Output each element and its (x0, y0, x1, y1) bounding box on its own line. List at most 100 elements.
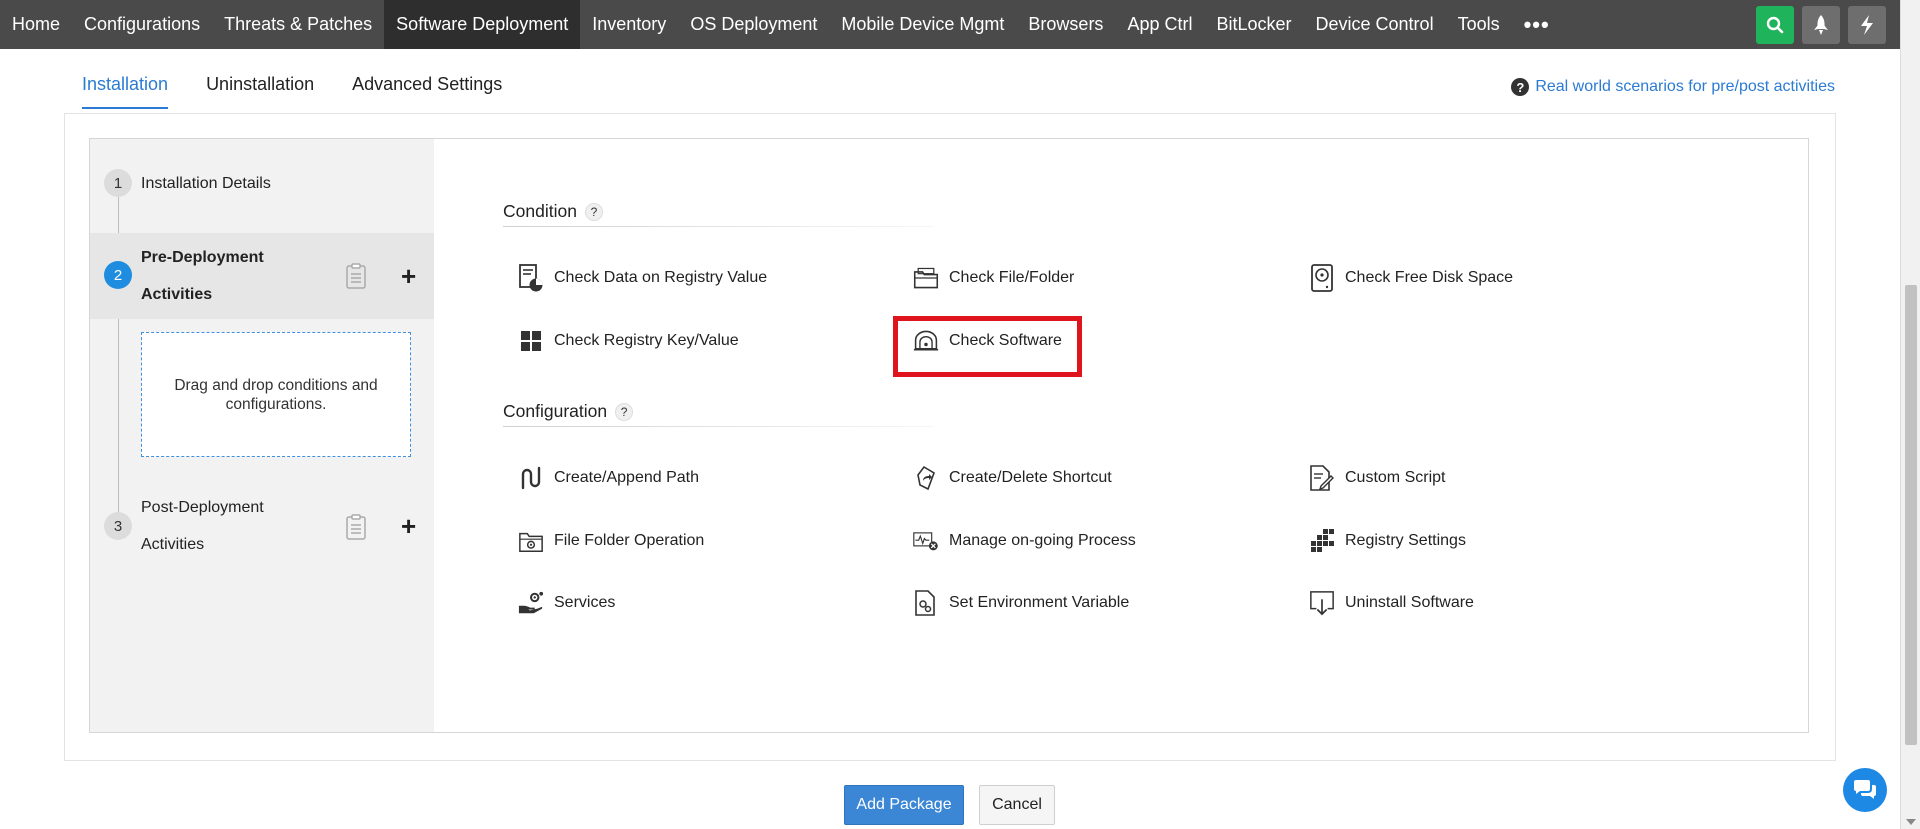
step-number: 1 (104, 169, 132, 197)
env-variable-icon (913, 590, 939, 616)
scroll-down-icon[interactable] (1906, 819, 1916, 825)
vertical-scrollbar[interactable] (1900, 0, 1920, 829)
disk-icon (1309, 264, 1335, 292)
step-number: 3 (104, 512, 132, 540)
chat-button[interactable] (1843, 768, 1887, 812)
nav-browsers[interactable]: Browsers (1016, 0, 1115, 49)
nav-app-ctrl[interactable]: App Ctrl (1115, 0, 1204, 49)
step-label-line1: Post-Deployment (141, 499, 264, 516)
path-icon (518, 465, 544, 491)
check-registry-key-value-item[interactable]: Check Registry Key/Value (518, 328, 739, 354)
item-label: Manage on-going Process (949, 532, 1136, 549)
tab-installation[interactable]: Installation (82, 74, 169, 109)
item-label: Check Data on Registry Value (554, 269, 768, 286)
help-icon: ? (1511, 78, 1530, 96)
install-tabs: Installation Uninstallation Advanced Set… (82, 74, 502, 109)
real-world-scenarios-link[interactable]: ? Real world scenarios for pre/post acti… (1511, 78, 1835, 96)
lightning-icon (1861, 14, 1873, 35)
rocket-icon (1814, 14, 1828, 35)
item-label: File Folder Operation (554, 532, 705, 549)
nav-more-icon[interactable]: ••• (1512, 0, 1562, 49)
configuration-help-icon[interactable]: ? (615, 402, 634, 421)
nav-bitlocker[interactable]: BitLocker (1204, 0, 1303, 49)
set-environment-variable-item[interactable]: Set Environment Variable (913, 590, 1129, 616)
item-label: Check Registry Key/Value (554, 332, 739, 349)
scrollbar-thumb[interactable] (1905, 285, 1917, 745)
step-number: 2 (104, 261, 132, 289)
nav-tools[interactable]: Tools (1446, 0, 1512, 49)
nav-mobile-device-mgmt[interactable]: Mobile Device Mgmt (829, 0, 1016, 49)
step-label: Installation Details (141, 175, 271, 192)
registry-key-icon (518, 328, 544, 354)
tab-advanced-settings[interactable]: Advanced Settings (352, 74, 502, 109)
services-icon (518, 590, 544, 616)
item-label: Custom Script (1345, 469, 1446, 486)
clipboard-icon[interactable] (345, 263, 367, 294)
nav-right-actions (1756, 0, 1900, 49)
top-navigation: Home Configurations Threats & Patches So… (0, 0, 1900, 49)
condition-section-title: Condition ? (503, 201, 603, 222)
custom-script-item[interactable]: Custom Script (1309, 465, 1445, 491)
search-icon (1766, 16, 1784, 33)
drop-zone[interactable]: Drag and drop conditions and configurati… (141, 332, 411, 457)
registry-settings-icon (1309, 528, 1335, 554)
cancel-button[interactable]: Cancel (979, 785, 1055, 825)
item-label: Check File/Folder (949, 269, 1075, 286)
nav-inventory[interactable]: Inventory (580, 0, 678, 49)
manage-ongoing-process-item[interactable]: Manage on-going Process (913, 528, 1136, 554)
nav-home[interactable]: Home (0, 0, 72, 49)
step-label-line1: Pre-Deployment (141, 249, 264, 266)
check-software-highlight (893, 316, 1082, 377)
add-icon[interactable]: + (401, 263, 416, 289)
condition-help-icon[interactable]: ? (584, 202, 603, 221)
lightning-button[interactable] (1848, 5, 1886, 44)
uninstall-software-item[interactable]: Uninstall Software (1309, 590, 1474, 616)
item-label: Services (554, 594, 616, 611)
configuration-section-title: Configuration ? (503, 401, 634, 422)
step-pre-deployment[interactable]: 2 Pre-Deployment Activities + (90, 233, 434, 319)
step-label-line2: Activities (141, 536, 205, 553)
configuration-title: Configuration (503, 401, 608, 421)
uninstall-icon (1309, 590, 1335, 616)
step-label-line2: Activities (141, 286, 213, 303)
script-icon (1309, 465, 1335, 491)
search-button[interactable] (1756, 5, 1794, 44)
process-icon (913, 528, 939, 554)
nav-configurations[interactable]: Configurations (72, 0, 212, 49)
nav-device-control[interactable]: Device Control (1304, 0, 1446, 49)
check-data-registry-value-item[interactable]: Check Data on Registry Value (518, 264, 768, 292)
folder-gear-icon (518, 528, 544, 554)
shortcut-icon (913, 465, 939, 491)
create-append-path-item[interactable]: Create/Append Path (518, 465, 699, 491)
registry-value-icon (518, 264, 544, 292)
add-icon[interactable]: + (401, 513, 416, 539)
item-label: Create/Delete Shortcut (949, 469, 1112, 486)
condition-divider (503, 226, 933, 227)
registry-settings-item[interactable]: Registry Settings (1309, 528, 1466, 554)
services-item[interactable]: Services (518, 590, 615, 616)
check-file-folder-item[interactable]: Check File/Folder (913, 265, 1074, 291)
item-label: Check Free Disk Space (1345, 269, 1514, 286)
file-folder-operation-item[interactable]: File Folder Operation (518, 528, 704, 554)
item-label: Uninstall Software (1345, 594, 1474, 611)
step-installation-details[interactable]: 1 Installation Details (90, 165, 434, 202)
help-link-text[interactable]: Real world scenarios for pre/post activi… (1535, 78, 1835, 96)
clipboard-icon[interactable] (345, 514, 367, 545)
nav-software-deployment[interactable]: Software Deployment (384, 0, 581, 49)
nav-os-deployment[interactable]: OS Deployment (678, 0, 829, 49)
item-label: Set Environment Variable (949, 594, 1130, 611)
item-label: Registry Settings (1345, 532, 1466, 549)
drop-zone-text: Drag and drop conditions and configurati… (174, 376, 378, 413)
nav-threats-patches[interactable]: Threats & Patches (212, 0, 384, 49)
step-post-deployment[interactable]: 3 Post-Deployment Activities + (90, 489, 434, 563)
tab-uninstallation[interactable]: Uninstallation (206, 74, 314, 109)
add-package-button[interactable]: Add Package (844, 785, 964, 825)
configuration-divider (503, 426, 933, 427)
create-delete-shortcut-item[interactable]: Create/Delete Shortcut (913, 465, 1112, 491)
check-free-disk-space-item[interactable]: Check Free Disk Space (1309, 264, 1514, 292)
rocket-button[interactable] (1802, 5, 1840, 44)
condition-title: Condition (503, 201, 577, 221)
item-label: Create/Append Path (554, 469, 699, 486)
folder-icon (913, 265, 939, 291)
chat-icon (1854, 780, 1876, 799)
